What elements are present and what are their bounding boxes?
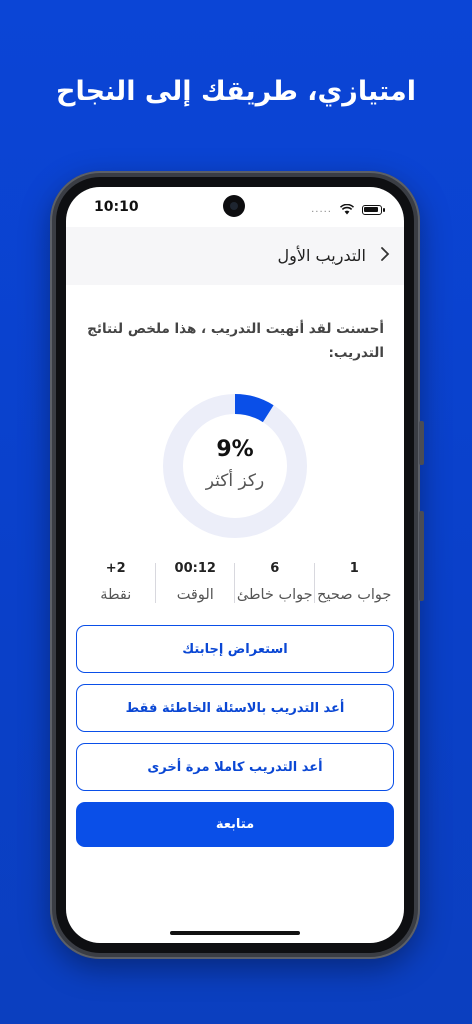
donut-track [163,394,307,538]
stat-points: +2 نقطة [76,561,156,609]
home-indicator[interactable] [170,931,300,935]
phone-mockup: 10:10 ..... التدريب الأول أحسنت لقد أنهي… [50,171,424,959]
stat-value: 1 [349,561,359,576]
power-button [419,511,424,601]
stat-value: 00:12 [174,561,216,576]
page-title: التدريب الأول [277,246,366,265]
stat-wrong: 6 جواب خاطئ [235,561,315,609]
wifi-icon [339,200,355,219]
stat-value: 6 [270,561,280,576]
stat-label: جواب خاطئ [236,587,313,603]
summary-text: أحسنت لقد أنهيت التدريب ، هذا ملخص لنتائ… [87,321,384,361]
headline: امتيازي، طريقك إلى النجاح [55,76,417,107]
retry-all-button[interactable]: أعد التدريب كاملا مرة أخرى [76,743,394,791]
status-time: 10:10 [94,199,139,215]
stats-row: 1 جواب صحيح 6 جواب خاطئ 00:12 الوقت +2 ن… [76,561,394,609]
score-percentage: 9% [216,437,254,462]
stat-value: +2 [105,561,126,576]
stat-correct: 1 جواب صحيح [315,561,395,609]
phone-screen: 10:10 ..... التدريب الأول أحسنت لقد أنهي… [66,187,404,943]
chevron-right-icon[interactable] [380,245,390,266]
stat-time: 00:12 الوقت [156,561,236,609]
stat-label: الوقت [176,587,214,603]
score-donut: 9% ركز أكثر [162,393,308,539]
continue-button[interactable]: متابعة [76,802,394,847]
results-content: أحسنت لقد أنهيت التدريب ، هذا ملخص لنتائ… [66,285,404,943]
stat-label: نقطة [100,587,132,603]
camera-cutout [223,195,245,217]
signal-dots: ..... [311,204,332,215]
volume-button [419,421,424,465]
retry-wrong-button[interactable]: أعد التدريب بالاسئلة الخاطئة فقط [76,684,394,732]
stat-label: جواب صحيح [317,587,392,603]
status-icons: ..... [311,200,385,219]
battery-icon [362,204,385,215]
review-answers-button[interactable]: استعراض إجابتك [76,625,394,673]
app-bar: التدريب الأول [66,227,404,285]
score-hint: ركز أكثر [205,471,265,491]
status-bar: 10:10 ..... [66,187,404,227]
